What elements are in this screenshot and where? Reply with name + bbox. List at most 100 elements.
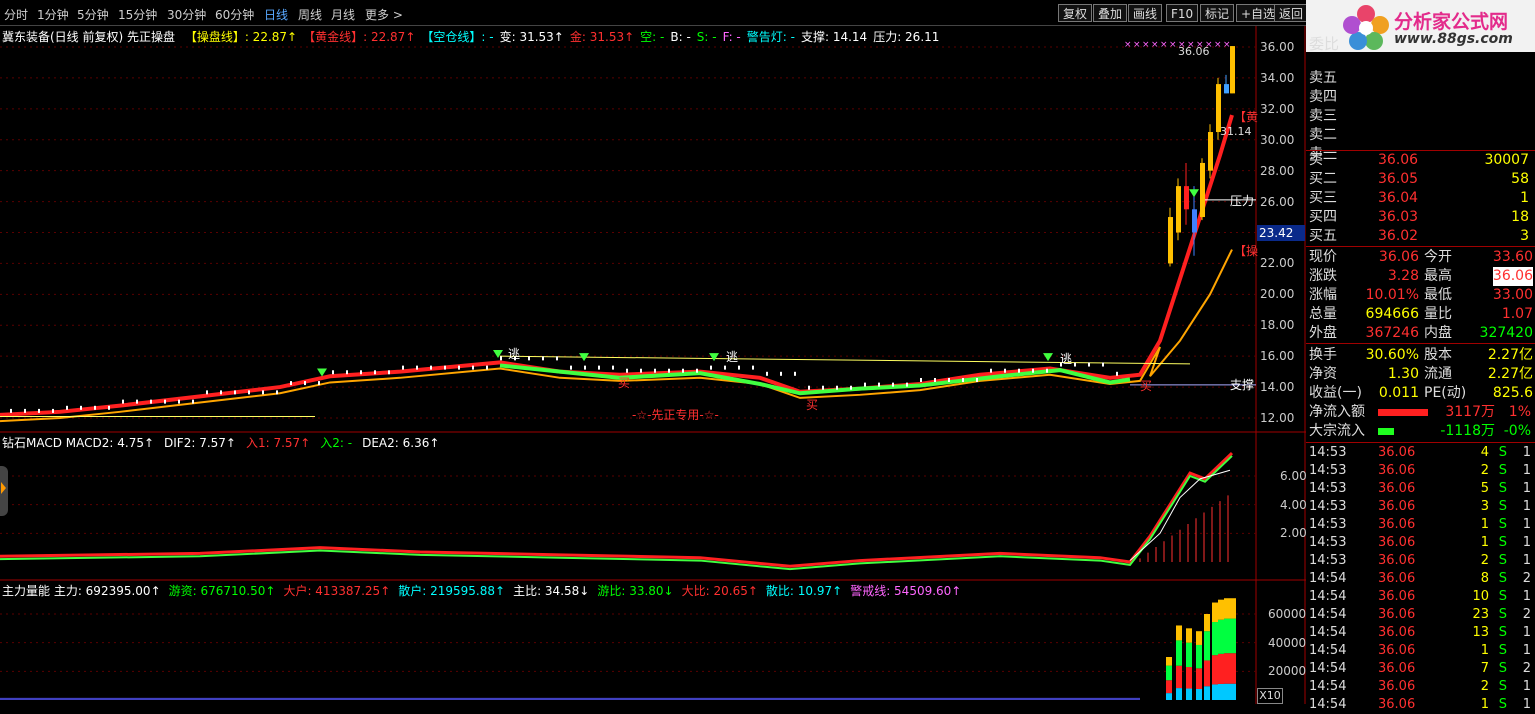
- tick-row: 14:53 36.06 3 S 1: [1306, 498, 1535, 516]
- candle-body: [1192, 209, 1197, 233]
- volume-segment: [1224, 683, 1230, 700]
- tab-more[interactable]: 更多 >: [365, 6, 403, 23]
- tick-side: S: [1498, 661, 1507, 676]
- tick-marker: [192, 399, 194, 404]
- tick-marker: [38, 408, 40, 413]
- tick-marker: [850, 385, 852, 390]
- alert-mark: ×: [1142, 40, 1150, 50]
- tab-60min[interactable]: 60分钟: [215, 6, 254, 23]
- tick-row: 14:53 36.06 1 S 1: [1306, 516, 1535, 534]
- tick-count: 1: [1522, 499, 1531, 514]
- tab-daily[interactable]: 日线: [264, 6, 288, 23]
- tick-row: 14:54 36.06 13 S 1: [1306, 624, 1535, 642]
- tick-price: 36.06: [1378, 535, 1416, 550]
- tick-marker: [1088, 362, 1090, 367]
- buy-label: 买三: [1309, 190, 1337, 206]
- tick-volume: 3: [1480, 499, 1489, 514]
- tab-5min[interactable]: 5分钟: [77, 6, 109, 23]
- tick-price: 36.06: [1378, 553, 1416, 568]
- price-tick-label: 20.00: [1260, 287, 1295, 302]
- tick-marker: [1004, 368, 1006, 373]
- indicator-value-2: 【空仓线】: -: [421, 30, 494, 44]
- block-inflow-bar: [1378, 428, 1394, 435]
- candle-body: [1208, 132, 1213, 171]
- tick-marker: [1116, 371, 1118, 376]
- tick-marker: [108, 405, 110, 410]
- candle-body: [1176, 186, 1181, 233]
- volume-segment: [1186, 667, 1192, 689]
- tick-marker: [262, 390, 264, 395]
- tick-marker: [80, 405, 82, 410]
- overlay-button[interactable]: 叠加: [1093, 4, 1128, 22]
- tab-1min[interactable]: 1分钟: [37, 6, 69, 23]
- volume-segment: [1204, 686, 1210, 700]
- tick-row: 14:53 36.06 2 S 1: [1306, 462, 1535, 480]
- volume-segment: [1230, 683, 1236, 700]
- stat-label: PE(动): [1424, 385, 1467, 401]
- volume-segment: [1224, 618, 1230, 654]
- volume-segment: [1212, 602, 1218, 623]
- tick-marker: [178, 399, 180, 404]
- tick-marker: [1046, 368, 1048, 373]
- tab-15min[interactable]: 15分钟: [118, 6, 157, 23]
- sell-label: 卖五: [1309, 70, 1337, 86]
- mark-button[interactable]: 标记: [1200, 4, 1235, 22]
- volume-segment: [1230, 653, 1236, 684]
- f10-button[interactable]: F10: [1166, 4, 1199, 22]
- tick-price: 36.06: [1378, 517, 1416, 532]
- tick-volume: 5: [1480, 481, 1489, 496]
- tick-marker: [920, 377, 922, 382]
- fuquan-button[interactable]: 复权: [1058, 4, 1093, 22]
- price-tick-label: 22.00: [1260, 256, 1295, 271]
- buy-price: 36.04: [1378, 190, 1419, 206]
- buy-row-3: 买三 36.04 1: [1306, 189, 1535, 208]
- tab-monthly[interactable]: 月线: [331, 6, 355, 23]
- tick-time: 14:54: [1309, 643, 1347, 658]
- tick-time: 14:53: [1309, 481, 1347, 496]
- logo-url: www.88gs.com: [1394, 31, 1513, 47]
- tick-marker: [654, 368, 656, 373]
- price-tick-label: 36.00: [1260, 40, 1295, 54]
- tick-side: S: [1498, 625, 1507, 640]
- stat-value: 33.00: [1492, 287, 1533, 303]
- tick-marker: [794, 371, 796, 376]
- buy-volume: 1: [1520, 190, 1529, 206]
- tick-marker: [458, 365, 460, 370]
- volume-segment: [1166, 680, 1172, 694]
- price-tick-label: 18.00: [1260, 318, 1295, 333]
- buy-label: 买四: [1309, 209, 1337, 225]
- gold-line: [0, 249, 1233, 423]
- tick-side: S: [1498, 499, 1507, 514]
- tick-time: 14:54: [1309, 625, 1347, 640]
- net-inflow-row: 净流入额 3117万 1%: [1306, 403, 1535, 422]
- sell-label: 卖四: [1309, 89, 1337, 105]
- tick-side: S: [1498, 697, 1507, 712]
- volume-segment: [1196, 631, 1202, 645]
- candle-body: [1224, 84, 1229, 94]
- volume-segment: [1204, 660, 1210, 687]
- price-tick-label: 12.00: [1260, 411, 1295, 425]
- period-toolbar: 分时 1分钟 5分钟 15分钟 30分钟 60分钟 日线 周线 月线 更多 > …: [0, 0, 1309, 26]
- tab-30min[interactable]: 30分钟: [167, 6, 206, 23]
- flower-logo-icon: [1343, 5, 1389, 50]
- tick-price: 36.06: [1378, 571, 1416, 586]
- escape-arrow-icon: [1043, 353, 1053, 362]
- tick-marker: [388, 370, 390, 375]
- indicator-value-6: B: -: [670, 30, 691, 44]
- tick-volume: 1: [1480, 535, 1489, 550]
- stat-value: 36.06: [1378, 249, 1419, 265]
- block-inflow-row: 大宗流入 -1118万 -0%: [1306, 422, 1535, 441]
- alert-mark: ×: [1133, 40, 1141, 50]
- volume-tick-label: 60000: [1268, 607, 1307, 621]
- tab-weekly[interactable]: 周线: [298, 6, 322, 23]
- draw-line-button[interactable]: 画线: [1128, 4, 1163, 22]
- tab-fenshi[interactable]: 分时: [4, 6, 28, 23]
- tick-marker: [164, 399, 166, 404]
- tick-row: 14:53 36.06 1 S 1: [1306, 534, 1535, 552]
- buy-price: 36.02: [1378, 228, 1419, 244]
- tick-side: S: [1498, 463, 1507, 478]
- stat-value: 2.27亿: [1487, 347, 1533, 363]
- stat-row: 总量 694666 量比 1.07: [1306, 305, 1535, 324]
- back-button[interactable]: 返回: [1274, 4, 1309, 22]
- volume-value-0: 主力量能 主力: 692395.00↑: [2, 584, 161, 598]
